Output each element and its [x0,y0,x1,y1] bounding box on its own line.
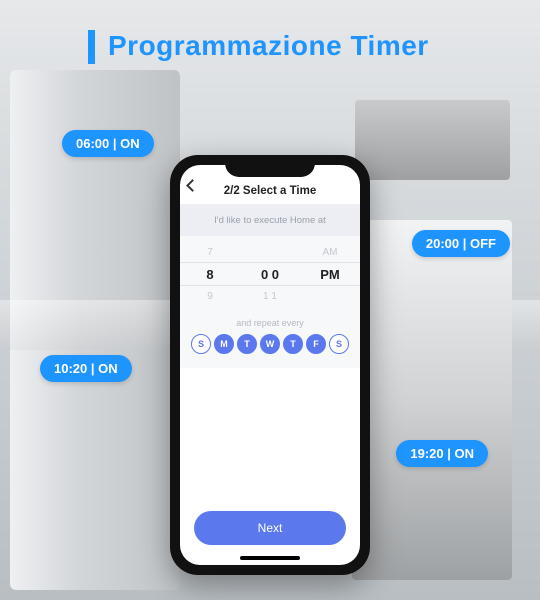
picker-row-above: 7 AM [180,242,360,262]
callout-1020-on: 10:20 | ON [40,355,132,382]
app-screen: 2/2 Select a Time I'd like to execute Ho… [180,165,360,565]
bg-oven [352,220,512,580]
subtitle-block: I'd like to execute Home at [180,205,360,236]
picker-row-below: 9 1 1 [180,286,360,306]
banner-accent-bar [88,30,95,64]
back-icon[interactable] [186,179,199,192]
picker-ampm-above: AM [300,247,359,258]
spacer [180,368,360,511]
callout-2000-off: 20:00 | OFF [412,230,510,257]
time-picker[interactable]: 7 AM 8 0 0 PM 9 1 1 [180,236,360,310]
next-button[interactable]: Next [194,511,346,545]
repeat-label: and repeat every [180,310,360,334]
day-wed[interactable]: W [260,334,280,354]
callout-1920-on: 19:20 | ON [396,440,488,467]
day-tue[interactable]: T [237,334,257,354]
picker-hour-active: 8 [180,267,239,282]
picker-minute-below: 1 1 [240,291,299,302]
day-mon[interactable]: M [214,334,234,354]
picker-hour-above: 7 [180,247,239,258]
picker-hour-below: 9 [180,291,239,302]
day-sat[interactable]: S [329,334,349,354]
phone-frame: 2/2 Select a Time I'd like to execute Ho… [170,155,370,575]
day-thu[interactable]: T [283,334,303,354]
picker-minute-active: 0 0 [240,267,299,282]
picker-ampm-active: PM [300,267,359,282]
page-title: Programmazione Timer [108,30,429,62]
picker-row-active: 8 0 0 PM [180,262,360,286]
day-sun[interactable]: S [191,334,211,354]
subtitle-text: I'd like to execute Home at [188,215,352,226]
bg-microwave [355,100,510,180]
phone-notch [225,155,315,177]
day-fri[interactable]: F [306,334,326,354]
day-selector: S M T W T F S [180,334,360,368]
home-indicator[interactable] [240,556,300,560]
nav-title: 2/2 Select a Time [224,185,316,197]
callout-0600-on: 06:00 | ON [62,130,154,157]
